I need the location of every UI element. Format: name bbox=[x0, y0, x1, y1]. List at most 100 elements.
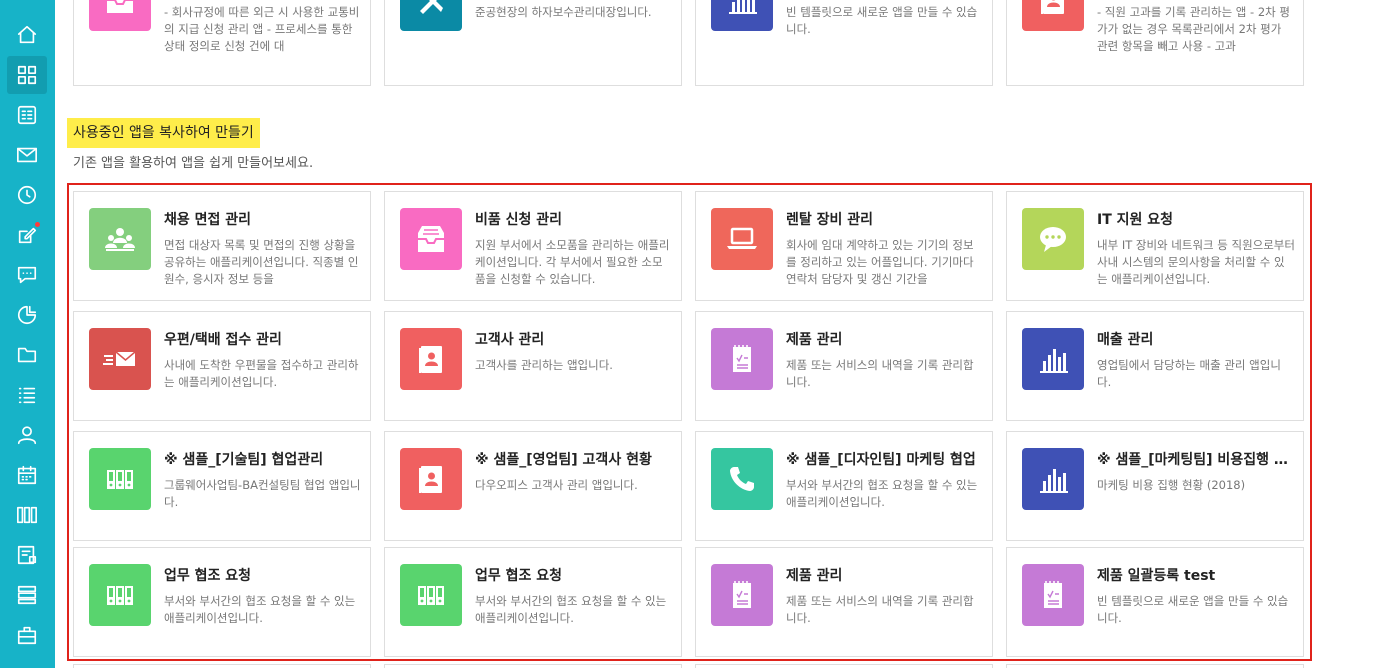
app-tile bbox=[1022, 328, 1084, 390]
app-description: 빈 템플릿으로 새로운 앱을 만들 수 있습니다. bbox=[786, 5, 978, 36]
app-title: IT 지원 요청 bbox=[1097, 212, 1174, 228]
app-tile bbox=[89, 564, 151, 626]
app-title: 고객사 관리 bbox=[475, 332, 545, 348]
app-title: 업무 협조 요청 bbox=[164, 568, 252, 584]
app-card[interactable]: ※ 샘플_[디자인팀] 마케팅 협업 부서와 부서간의 협조 요청을 할 수 있는… bbox=[695, 431, 993, 541]
app-card[interactable]: 채용 면접 관리 면접 대상자 목록 및 면접의 진행 상황을 공유하는 애플리케… bbox=[73, 191, 371, 301]
app-description: 제품 또는 서비스의 내역을 기록 관리합니다. bbox=[786, 358, 974, 389]
app-card[interactable]: 제품 관리제품 또는 서비스의 내역을 기록 관리합니다. bbox=[695, 547, 993, 657]
sidebar-nav-report[interactable] bbox=[7, 296, 47, 334]
clock-icon bbox=[17, 185, 37, 205]
app-description: 그룹웨어사업팀-BA컨설팅팀 협업 앱입니다. bbox=[164, 478, 361, 509]
sidebar-nav-calendar[interactable] bbox=[7, 456, 47, 494]
next-row-card bbox=[384, 664, 682, 668]
app-description: 고객사를 관리하는 앱입니다. bbox=[475, 358, 613, 372]
app-tile bbox=[400, 0, 462, 31]
app-description: 사내에 도착한 우편물을 접수하고 관리하는 애플리케이션입니다. bbox=[164, 358, 359, 389]
notepad-icon bbox=[733, 345, 751, 372]
calendar-icon bbox=[17, 465, 37, 485]
edit-icon bbox=[18, 227, 37, 244]
app-description: 부서와 부서간의 협조 요청을 할 수 있는 애플리케이션입니다. bbox=[786, 478, 978, 509]
sidebar-nav-columns[interactable] bbox=[7, 496, 47, 534]
app-card[interactable]: 고객사 관리고객사를 관리하는 앱입니다. bbox=[384, 311, 682, 421]
sidebar-nav-user[interactable] bbox=[7, 416, 47, 454]
kanban-icon bbox=[107, 470, 133, 489]
bar-chart-icon bbox=[1040, 349, 1068, 373]
sidebar-nav-folder[interactable] bbox=[7, 336, 47, 374]
app-description: - 직원 고과를 기록 관리하는 앱 - 2차 평가가 없는 경우 목록관리에서… bbox=[1097, 5, 1290, 53]
person-book-icon bbox=[419, 346, 442, 373]
app-card[interactable]: 교통비 지급 신청 관리- 회사규정에 따른 외근 시 사용한 교통비의 지급 … bbox=[73, 0, 371, 86]
bar-chart-icon bbox=[1040, 469, 1068, 493]
app-card[interactable]: 36개월빈 템플릿으로 새로운 앱을 만들 수 있습니다. bbox=[695, 0, 993, 86]
folder-icon bbox=[17, 347, 37, 363]
sidebar-nav-edit[interactable] bbox=[7, 216, 47, 254]
sidebar-nav-home[interactable] bbox=[7, 16, 47, 54]
app-tile bbox=[711, 328, 773, 390]
fast-mail-icon bbox=[103, 351, 136, 366]
contacts-icon bbox=[17, 105, 37, 125]
list-icon bbox=[18, 387, 36, 404]
inbox-icon bbox=[107, 0, 133, 13]
app-title: 렌탈 장비 관리 bbox=[786, 212, 874, 228]
app-description: 부서와 부서간의 협조 요청을 할 수 있는 애플리케이션입니다. bbox=[164, 594, 356, 625]
app-card[interactable]: IT 지원 요청 내부 IT 장비와 네트워크 등 직원으로부터 사내 시스템의 … bbox=[1006, 191, 1304, 301]
app-title: ※ 샘플_[마케팅팀] 비용집행 현황 bbox=[1097, 452, 1297, 468]
app-card[interactable]: 업무 협조 요청부서와 부서간의 협조 요청을 할 수 있는 애플리케이션입니다… bbox=[384, 547, 682, 657]
next-row-card bbox=[1006, 664, 1304, 668]
app-card[interactable]: ※ 샘플_[기술팀] 협업관리 그룹웨어사업팀-BA컨설팅팀 협업 앱입니다. bbox=[73, 431, 371, 541]
bar-chart-icon bbox=[729, 0, 757, 14]
app-card[interactable]: 업무 협조 요청부서와 부서간의 협조 요청을 할 수 있는 애플리케이션입니다… bbox=[73, 547, 371, 657]
app-card[interactable]: 인사고과 관리- 직원 고과를 기록 관리하는 앱 - 2차 평가가 없는 경우… bbox=[1006, 0, 1304, 86]
app-card[interactable]: 렌탈 장비 관리 회사에 임대 계약하고 있는 기기의 정보를 정리하고 있는 어… bbox=[695, 191, 993, 301]
laptop-icon bbox=[727, 227, 757, 249]
app-description: 지원 부서에서 소모품을 관리하는 애플리케이션입니다. 각 부서에서 필요한 … bbox=[475, 238, 670, 286]
notification-dot bbox=[35, 222, 40, 227]
app-card[interactable]: 제품 관리 제품 또는 서비스의 내역을 기록 관리합니다. bbox=[695, 311, 993, 421]
app-description: 준공현장의 하자보수관리대장입니다. bbox=[475, 5, 652, 19]
app-title: 제품 관리 bbox=[786, 568, 843, 584]
section-subtitle: 기존 앱을 활용하여 앱을 쉽게 만들어보세요. bbox=[73, 156, 314, 171]
sidebar bbox=[0, 0, 55, 668]
sidebar-nav-contacts[interactable] bbox=[7, 96, 47, 134]
app-tile bbox=[89, 328, 151, 390]
sidebar-nav-chat[interactable] bbox=[7, 256, 47, 294]
notepad-icon bbox=[733, 581, 751, 608]
app-description: - 회사규정에 따른 외근 시 사용한 교통비의 지급 신청 관리 앱 - 프로… bbox=[164, 5, 360, 53]
app-tile bbox=[400, 328, 462, 390]
app-store-main: 교통비 지급 신청 관리- 회사규정에 따른 외근 시 사용한 교통비의 지급 … bbox=[55, 0, 1384, 668]
stack-icon bbox=[17, 585, 37, 605]
sidebar-nav-mail[interactable] bbox=[7, 136, 47, 174]
app-tile bbox=[711, 564, 773, 626]
next-row-card bbox=[695, 664, 993, 668]
sidebar-nav-stack[interactable] bbox=[7, 576, 47, 614]
sidebar-nav-clock[interactable] bbox=[7, 176, 47, 214]
app-card[interactable]: 우편/택배 접수 관리사내에 도착한 우편물을 접수하고 관리하는 애플리케이션… bbox=[73, 311, 371, 421]
sidebar-nav-grid[interactable] bbox=[7, 56, 47, 94]
person-book-icon bbox=[1041, 0, 1064, 14]
app-card[interactable]: 비품 신청 관리지원 부서에서 소모품을 관리하는 애플리케이션입니다. 각 부… bbox=[384, 191, 682, 301]
app-title: 비품 신청 관리 bbox=[475, 212, 563, 228]
sidebar-nav-briefcase[interactable] bbox=[7, 616, 47, 654]
app-tile bbox=[89, 0, 151, 31]
sidebar-nav-list[interactable] bbox=[7, 376, 47, 414]
app-tile bbox=[711, 448, 773, 510]
app-card[interactable]: 제품 일괄등록 test 빈 템플릿으로 새로운 앱을 만들 수 있습니다. bbox=[1006, 547, 1304, 657]
app-card[interactable]: 매출 관리 영업팀에서 담당하는 매출 관리 앱입니다. bbox=[1006, 311, 1304, 421]
app-card[interactable]: ※ 샘플_[영업팀] 고객사 현황 다우오피스 고객사 관리 앱입니다. bbox=[384, 431, 682, 541]
app-tile bbox=[1022, 208, 1084, 270]
app-tile bbox=[1022, 448, 1084, 510]
app-description: 제품 또는 서비스의 내역을 기록 관리합니다. bbox=[786, 594, 974, 625]
app-description: 다우오피스 고객사 관리 앱입니다. bbox=[475, 478, 638, 492]
phone-icon bbox=[730, 467, 754, 491]
app-tile bbox=[711, 208, 773, 270]
app-description: 빈 템플릿으로 새로운 앱을 만들 수 있습니다. bbox=[1097, 594, 1289, 625]
app-description: 부서와 부서간의 협조 요청을 할 수 있는 애플리케이션입니다. bbox=[475, 594, 667, 625]
app-card[interactable]: ※ 샘플_[마케팅팀] 비용집행 현황 마케팅 비용 집행 현황 (2018) bbox=[1006, 431, 1304, 541]
sidebar-nav-board[interactable] bbox=[7, 536, 47, 574]
app-title: 우편/택배 접수 관리 bbox=[164, 332, 282, 348]
home-icon bbox=[17, 25, 37, 44]
app-title: 업무 협조 요청 bbox=[475, 568, 563, 584]
app-tile bbox=[89, 208, 151, 270]
app-card[interactable]: (건축사업부) 하자보수관리대장준공현장의 하자보수관리대장입니다. bbox=[384, 0, 682, 86]
